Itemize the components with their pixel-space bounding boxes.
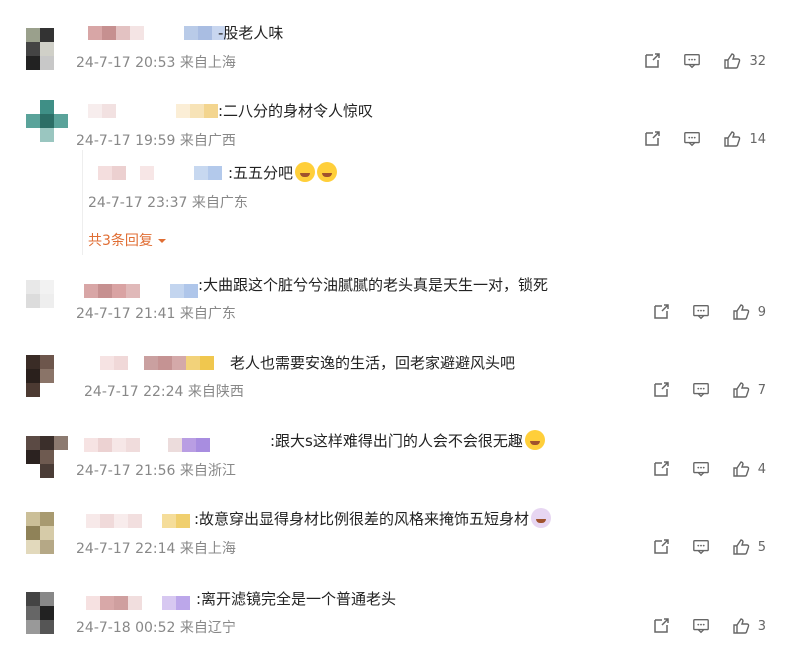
avatar[interactable] [26, 355, 70, 399]
share-icon[interactable] [652, 538, 670, 556]
comment-meta: 24-7-18 00:52 来自辽宁 [76, 620, 236, 636]
comment-icon[interactable] [692, 538, 710, 556]
comment-icon[interactable] [692, 303, 710, 321]
avatar[interactable] [26, 280, 70, 324]
like-button[interactable]: 5 [732, 538, 766, 556]
like-button[interactable]: 4 [732, 460, 766, 478]
comment-icon[interactable] [692, 460, 710, 478]
thumbs-up-icon [733, 461, 750, 477]
comment-text: :跟大s这样难得出门的人会不会很无趣 [270, 430, 545, 451]
reply-meta: 24-7-17 23:37 来自广东 [88, 195, 248, 211]
thumbs-up-icon [724, 53, 741, 69]
emoji-icon [524, 430, 545, 450]
comment-actions: 7 [652, 381, 766, 399]
share-icon[interactable] [643, 130, 661, 148]
like-count: 32 [749, 53, 766, 69]
emoji-icon [531, 508, 552, 528]
like-count: 14 [749, 131, 766, 147]
thumbs-up-icon [733, 539, 750, 555]
username-blurred[interactable] [88, 104, 218, 118]
like-button[interactable]: 3 [732, 617, 766, 635]
thumbs-up-icon [733, 618, 750, 634]
share-icon[interactable] [652, 303, 670, 321]
reply-text: :五五分吧 [228, 162, 338, 183]
avatar[interactable] [26, 512, 70, 556]
like-count: 9 [757, 304, 766, 320]
comment-actions: 9 [652, 303, 766, 321]
like-button[interactable]: 32 [723, 52, 766, 70]
share-icon[interactable] [652, 460, 670, 478]
reply-username-blurred[interactable] [98, 166, 222, 180]
thumbs-up-icon [733, 382, 750, 398]
avatar[interactable] [26, 28, 70, 72]
comment-text: -股老人味 [218, 24, 284, 42]
comment-meta: 24-7-17 19:59 来自广西 [76, 133, 236, 149]
comment-text: :故意穿出显得身材比例很差的风格来掩饰五短身材 [194, 508, 552, 529]
like-button[interactable]: 14 [723, 130, 766, 148]
comment-actions: 4 [652, 460, 766, 478]
comment-text: :离开滤镜完全是一个普通老头 [196, 590, 397, 608]
caret-down-icon [158, 239, 167, 243]
like-button[interactable]: 9 [732, 303, 766, 321]
comment-icon[interactable] [692, 617, 710, 635]
emoji-icon [295, 162, 316, 182]
share-icon[interactable] [652, 617, 670, 635]
comment-icon[interactable] [683, 52, 701, 70]
username-blurred[interactable] [84, 438, 210, 452]
share-icon[interactable] [643, 52, 661, 70]
like-count: 7 [757, 382, 766, 398]
reply-thread-line [82, 150, 83, 255]
comment-text: :大曲跟这个脏兮兮油腻腻的老头真是天生一对，锁死 [198, 276, 549, 294]
thumbs-up-icon [724, 131, 741, 147]
comment-meta: 24-7-17 22:24 来自陕西 [84, 384, 244, 400]
username-blurred[interactable] [84, 284, 198, 298]
comment-text: 老人也需要安逸的生活，回老家避避风头吧 [230, 354, 516, 372]
like-button[interactable]: 7 [732, 381, 766, 399]
comment-icon[interactable] [683, 130, 701, 148]
comment-actions: 32 [643, 52, 766, 70]
username-blurred[interactable] [86, 596, 190, 610]
comment-meta: 24-7-17 22:14 来自上海 [76, 541, 236, 557]
comment-icon[interactable] [692, 381, 710, 399]
username-blurred[interactable] [86, 514, 190, 528]
comment-meta: 24-7-17 21:56 来自浙江 [76, 463, 236, 479]
comment-text: :二八分的身材令人惊叹 [218, 102, 374, 120]
like-count: 3 [757, 618, 766, 634]
expand-replies-link[interactable]: 共3条回复 [88, 230, 167, 250]
avatar[interactable] [26, 100, 70, 144]
comment-meta: 24-7-17 20:53 来自上海 [76, 55, 236, 71]
share-icon[interactable] [652, 381, 670, 399]
avatar[interactable] [26, 436, 70, 480]
comment-actions: 14 [643, 130, 766, 148]
comment-actions: 5 [652, 538, 766, 556]
avatar[interactable] [26, 592, 70, 636]
username-blurred[interactable] [100, 356, 214, 370]
username-blurred[interactable] [88, 26, 226, 40]
comment-actions: 3 [652, 617, 766, 635]
emoji-icon [317, 162, 338, 182]
like-count: 4 [757, 461, 766, 477]
comment-meta: 24-7-17 21:41 来自广东 [76, 306, 236, 322]
thumbs-up-icon [733, 304, 750, 320]
like-count: 5 [757, 539, 766, 555]
